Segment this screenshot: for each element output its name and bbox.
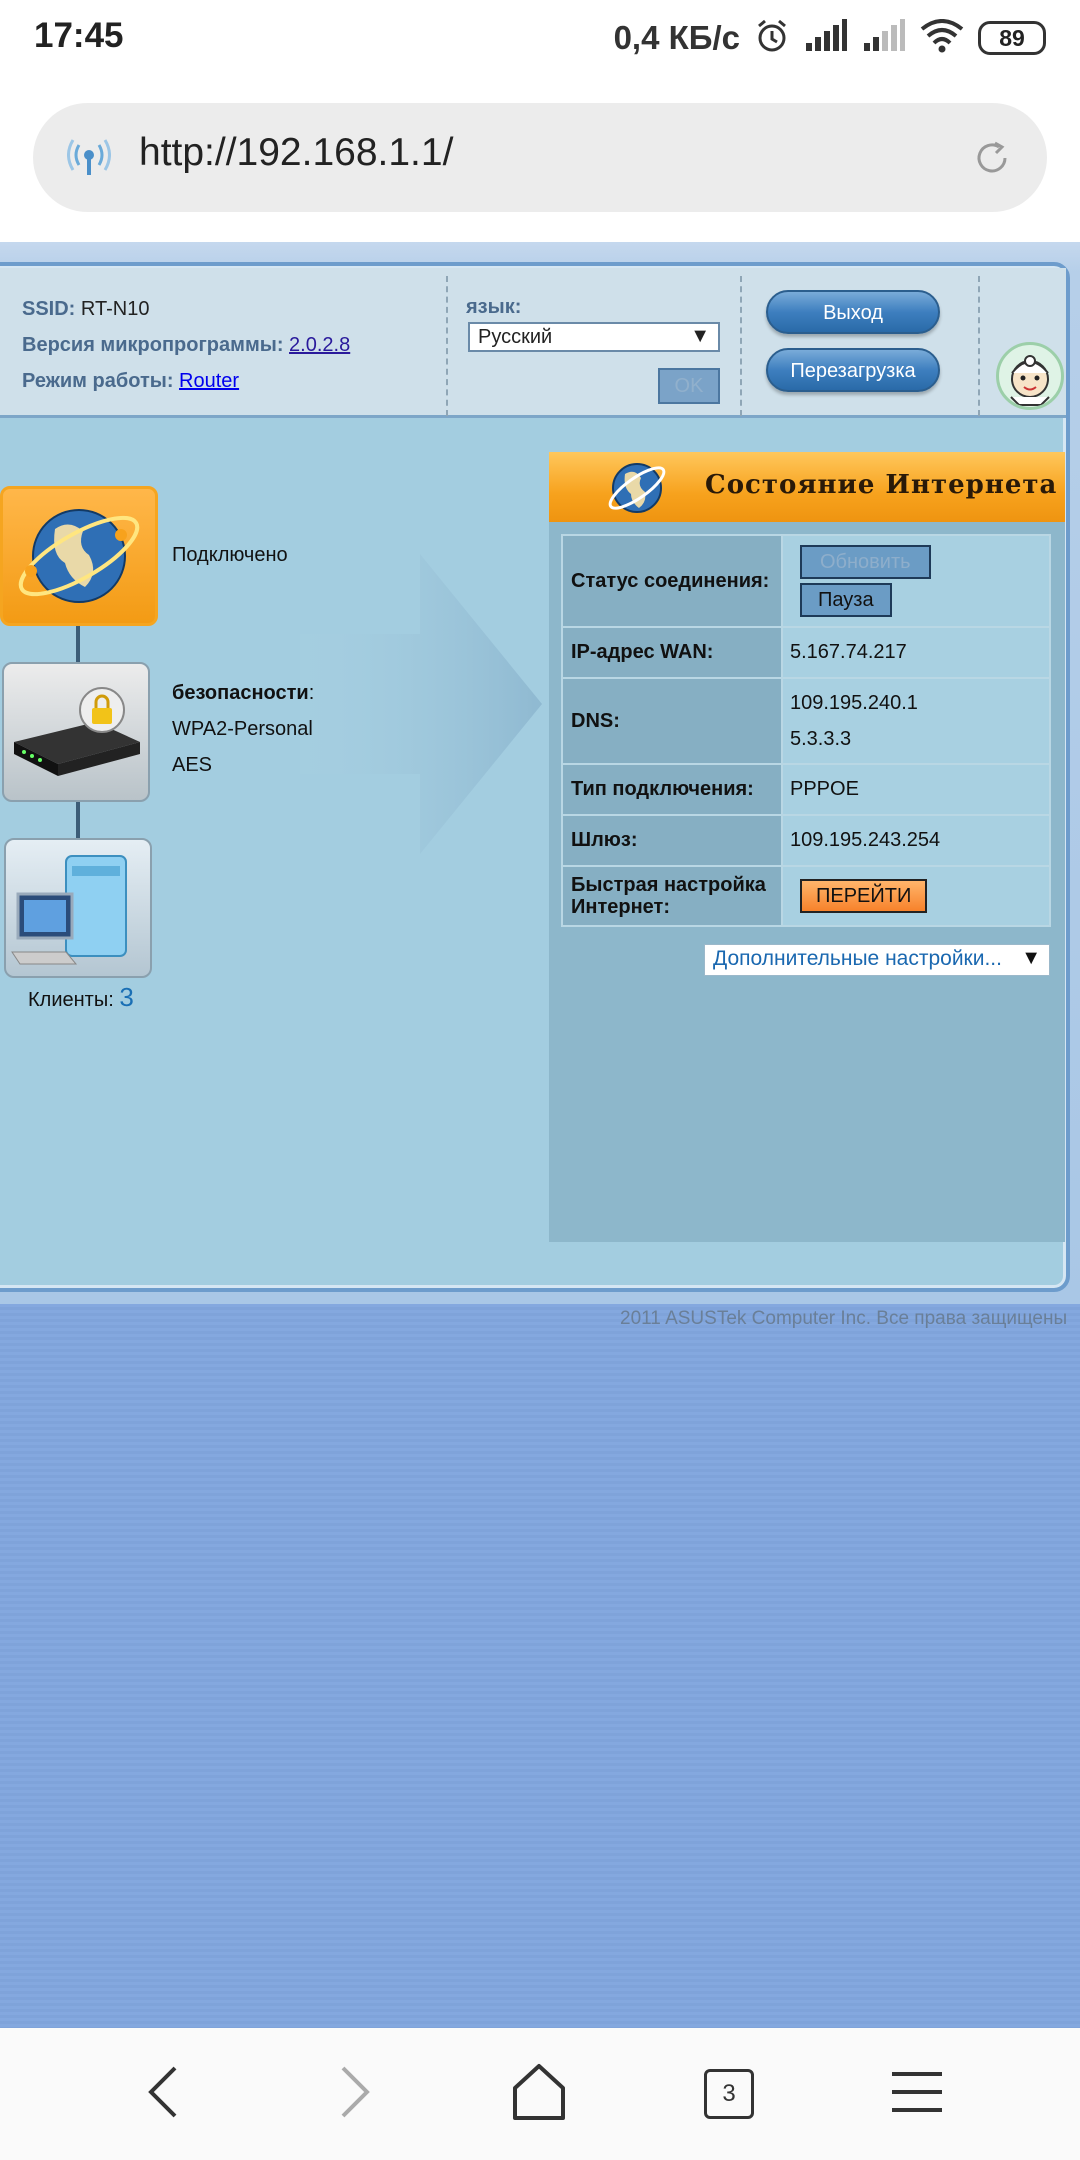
conn-type-value: PPPOE <box>781 763 1051 816</box>
table-row: IP-адрес WAN: 5.167.74.217 <box>561 626 1051 679</box>
advanced-settings-select[interactable]: Дополнительные настройки... ▼ <box>704 944 1050 976</box>
router-node[interactable] <box>2 662 150 802</box>
status-bar: 17:45 0,4 КБ/с 89 <box>0 0 1080 78</box>
table-row: Статус соединения: Обновить Пауза <box>561 534 1051 628</box>
status-actions: Обновить Пауза <box>781 534 1051 628</box>
address-bar[interactable]: http://192.168.1.1/ <box>33 103 1047 212</box>
alarm-icon <box>754 18 790 59</box>
dropdown-arrow-icon: ▼ <box>1021 947 1041 969</box>
dropdown-arrow-icon: ▼ <box>690 325 710 347</box>
status-label: Статус соединения: <box>561 534 783 628</box>
clock: 17:45 <box>34 16 124 55</box>
wifi-icon <box>920 18 964 58</box>
firmware-line: Версия микропрограммы: 2.0.2.8 <box>22 334 350 357</box>
url-text[interactable]: http://192.168.1.1/ <box>139 131 453 175</box>
dns-primary: 109.195.240.1 <box>790 692 918 714</box>
tabs-button[interactable]: 3 <box>694 2062 764 2126</box>
clients-count[interactable]: 3 <box>119 982 133 1012</box>
network-speed: 0,4 КБ/с <box>613 19 740 56</box>
internet-status-panel: Состояние Интернета Статус соединения: О… <box>549 452 1065 1242</box>
panel-title: Состояние Интернета <box>705 470 1058 500</box>
header-divider <box>446 276 448 416</box>
mode-link[interactable]: Router <box>179 370 239 392</box>
site-info-icon[interactable] <box>67 135 111 184</box>
language-label: язык: <box>466 296 522 318</box>
firmware-label: Версия микропрограммы: <box>22 334 284 356</box>
signal-weak-icon <box>862 18 906 58</box>
gateway-label: Шлюз: <box>561 814 783 867</box>
browser-nav-bar: 3 <box>0 2028 1080 2160</box>
security-heading: безопасности: <box>172 682 314 705</box>
browser-toolbar: http://192.168.1.1/ <box>0 78 1080 242</box>
internet-status-text: Подключено <box>172 544 288 566</box>
flow-arrow-icon <box>300 554 550 859</box>
web-page: SSID: RT-N10 Версия микропрограммы: 2.0.… <box>0 242 1080 2028</box>
signal-icon <box>804 18 848 58</box>
quick-setup-label: Быстрая настройка Интернет: <box>561 865 783 927</box>
security-mode: WPA2-Personal <box>172 718 313 740</box>
encryption-type: AES <box>172 754 213 776</box>
router-header: SSID: RT-N10 Версия микропрограммы: 2.0.… <box>0 268 1066 418</box>
copyright-text: 2011 ASUSTek Computer Inc. Все права защ… <box>620 1308 1068 1329</box>
ssid-value: RT-N10 <box>80 298 150 320</box>
refresh-button[interactable]: Обновить <box>800 545 931 579</box>
pause-button[interactable]: Пауза <box>800 583 892 617</box>
internet-status-table: Статус соединения: Обновить Пауза IP-адр… <box>561 534 1051 927</box>
status-icons: 0,4 КБ/с 89 <box>614 14 1046 62</box>
connector-line <box>76 626 80 662</box>
language-ok-button[interactable]: OK <box>658 368 720 404</box>
menu-button[interactable] <box>882 2062 952 2126</box>
mode-label: Режим работы: <box>22 370 174 392</box>
dns-label: DNS: <box>561 677 783 765</box>
wan-ip-label: IP-адрес WAN: <box>561 626 783 679</box>
table-row: Шлюз: 109.195.243.254 <box>561 814 1051 867</box>
advanced-settings-value: Дополнительные настройки... <box>713 947 1002 970</box>
table-row: Тип подключения: PPPOE <box>561 763 1051 816</box>
clients-node[interactable] <box>4 838 152 978</box>
wan-ip-value: 5.167.74.217 <box>781 626 1051 679</box>
home-icon <box>511 2062 567 2127</box>
clients-line: Клиенты: 3 <box>28 982 134 1013</box>
forward-arrow-icon <box>335 2064 375 2125</box>
security-colon: : <box>308 682 315 704</box>
back-arrow-icon <box>143 2064 183 2125</box>
mode-line: Режим работы: Router <box>22 370 239 393</box>
language-select[interactable]: Русский ▼ <box>468 322 720 352</box>
reboot-button[interactable]: Перезагрузка <box>766 348 940 392</box>
mascot-avatar-icon[interactable] <box>996 342 1064 410</box>
battery-indicator: 89 <box>978 21 1046 55</box>
menu-icon <box>890 2068 944 2121</box>
header-divider <box>978 276 980 416</box>
header-divider <box>740 276 742 416</box>
ssid-line: SSID: RT-N10 <box>22 298 149 321</box>
go-button[interactable]: ПЕРЕЙТИ <box>800 879 928 913</box>
home-button[interactable] <box>504 2062 574 2126</box>
globe-icon <box>605 456 669 525</box>
internet-node[interactable] <box>0 486 158 626</box>
panel-header: Состояние Интернета <box>549 452 1065 522</box>
forward-button[interactable] <box>320 2062 390 2126</box>
dns-secondary: 5.3.3.3 <box>790 728 852 750</box>
table-row: Быстрая настройка Интернет: ПЕРЕЙТИ <box>561 865 1051 927</box>
dns-values: 109.195.240.1 5.3.3.3 <box>781 677 1051 765</box>
connector-line <box>76 802 80 838</box>
gateway-value: 109.195.243.254 <box>781 814 1051 867</box>
clients-label: Клиенты: <box>28 989 114 1011</box>
back-button[interactable] <box>128 2062 198 2126</box>
reload-icon[interactable] <box>971 137 1013 184</box>
quick-setup-action: ПЕРЕЙТИ <box>781 865 1051 927</box>
firmware-link[interactable]: 2.0.2.8 <box>289 334 350 356</box>
tabs-count: 3 <box>704 2069 754 2119</box>
conn-type-label: Тип подключения: <box>561 763 783 816</box>
security-label: безопасности <box>172 682 309 704</box>
logout-button[interactable]: Выход <box>766 290 940 334</box>
language-value: Русский <box>478 326 553 348</box>
ssid-label: SSID: <box>22 298 76 320</box>
table-row: DNS: 109.195.240.1 5.3.3.3 <box>561 677 1051 765</box>
